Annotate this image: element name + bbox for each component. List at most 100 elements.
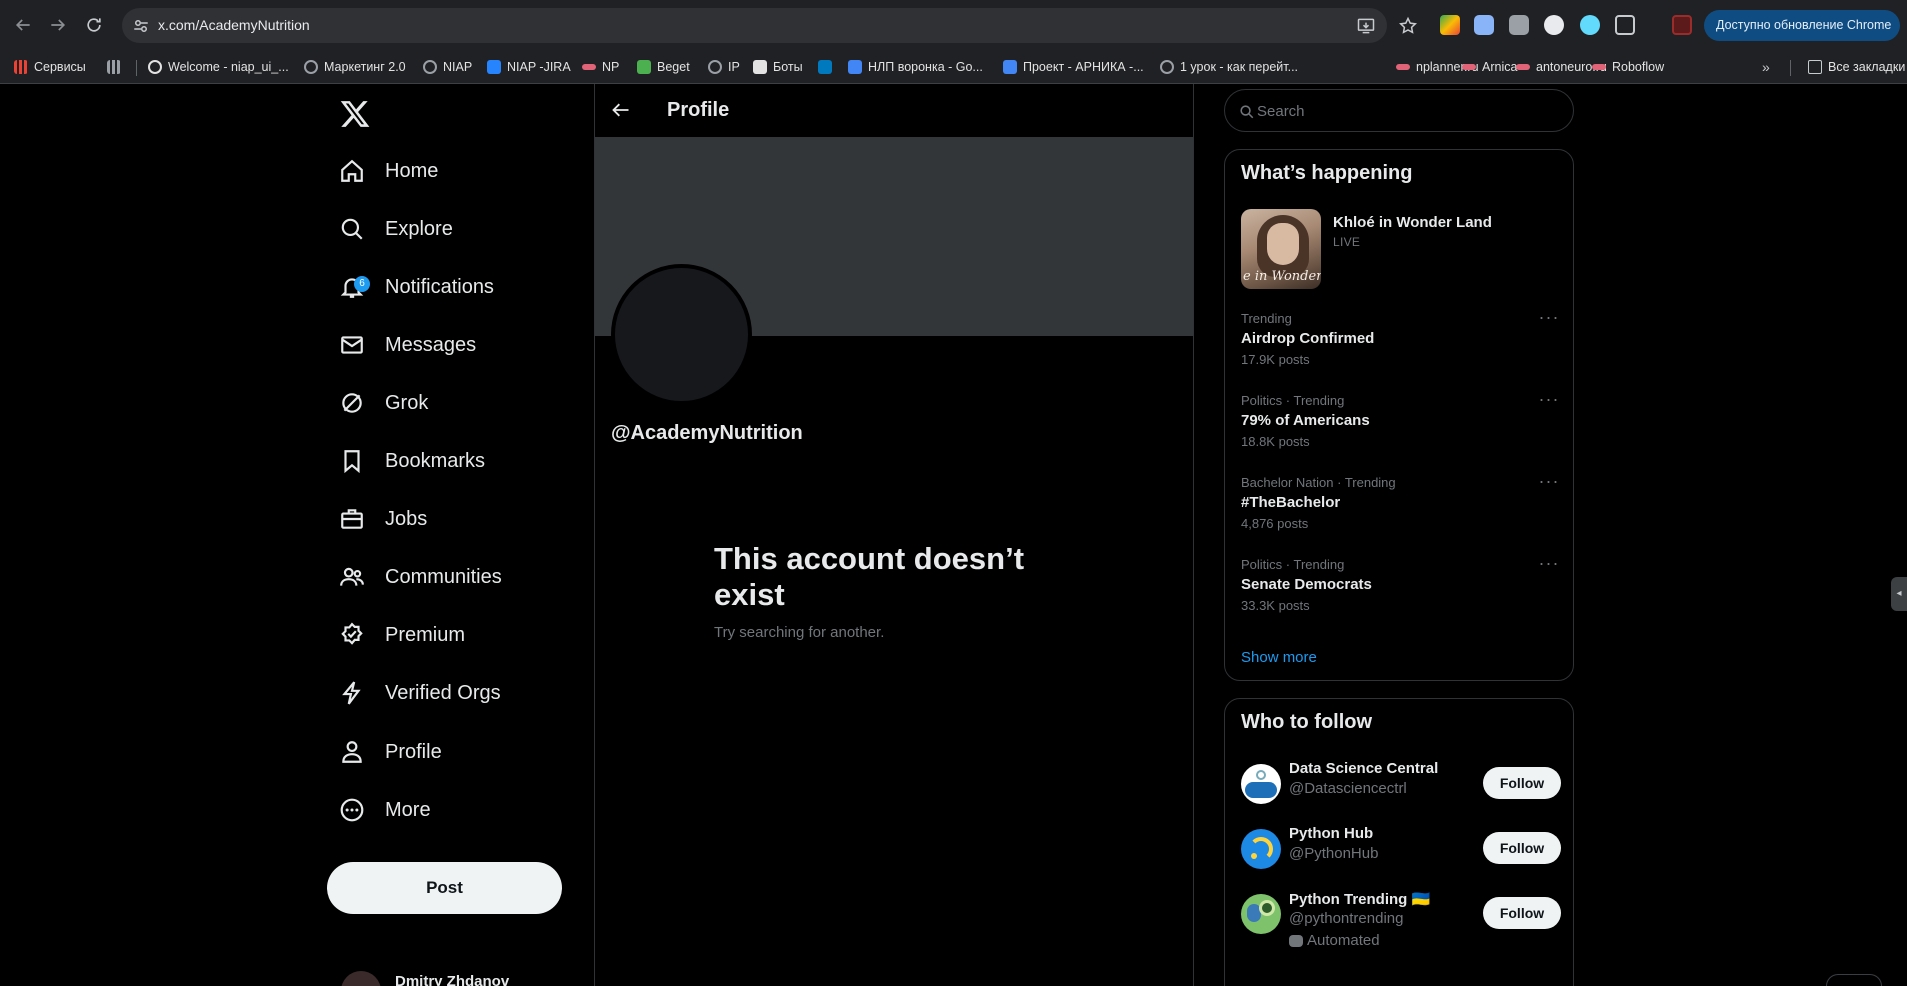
nav-item-label: Explore (385, 217, 453, 240)
bookmark-star-icon[interactable] (1398, 16, 1418, 36)
nav-item-verified-orgs[interactable]: Verified Orgs (339, 673, 501, 713)
suggestion-handle: @PythonHub (1289, 845, 1379, 862)
camera-extension-icon[interactable] (1509, 15, 1529, 35)
more-options-icon[interactable]: ··· (1537, 390, 1561, 413)
bookmark-label: Боты (773, 60, 803, 74)
bookmark-label: Roboflow (1612, 60, 1665, 74)
bookmark-label: Проект - АРНИКА -... (1023, 60, 1144, 74)
trend-context: Politics · Trending (1241, 393, 1345, 408)
address-url[interactable]: x.com/AcademyNutrition (158, 17, 310, 33)
nav-item-bookmarks[interactable]: Bookmarks (339, 441, 485, 481)
suggestion-avatar[interactable] (1241, 829, 1281, 869)
follow-button[interactable]: Follow (1483, 832, 1561, 864)
all-bookmarks-folder[interactable]: Все закладки (1808, 50, 1905, 84)
chrome-update-button[interactable]: Доступно обновление Chrome (1704, 10, 1900, 41)
bookmark-item[interactable]: NP (582, 50, 619, 84)
search-input[interactable] (1257, 100, 1557, 122)
more-options-icon[interactable]: ··· (1537, 554, 1561, 577)
bookmark-icon (339, 448, 365, 474)
nav-item-communities[interactable]: Communities (339, 557, 502, 597)
more-circle-icon (339, 797, 365, 823)
nav-item-explore[interactable]: Explore (339, 209, 453, 249)
notification-count-badge: 6 (354, 276, 370, 292)
suggestion-name[interactable]: Python Hub (1289, 825, 1373, 842)
nav-item-grok[interactable]: Grok (339, 383, 428, 423)
empty-state-subtitle: Try searching for another. (714, 624, 885, 641)
nav-item-notifications[interactable]: 6 Notifications (339, 267, 494, 307)
side-panel-toggle-icon[interactable]: ◂ (1891, 577, 1907, 611)
bookmark-item[interactable]: Welcome - niap_ui_... (148, 50, 289, 84)
trend-item[interactable]: Politics · Trending Senate Democrats 33.3K… (1241, 554, 1561, 627)
trend-topic: Airdrop Confirmed (1241, 330, 1375, 347)
bookmark-item[interactable]: Beget (637, 50, 690, 84)
messages-drawer-tab[interactable] (1826, 974, 1882, 986)
live-thumbnail: e in Wonder L (1241, 209, 1321, 289)
nav-item-label: Bookmarks (385, 449, 486, 472)
nav-item-more[interactable]: More (339, 790, 431, 830)
account-switcher[interactable]: Dmitry Zhdanov (341, 971, 591, 986)
bookmarks-overflow-chevron-icon[interactable]: » (1762, 50, 1770, 84)
browser-toolbar: x.com/AcademyNutrition Доступно обновлен… (0, 0, 1907, 50)
suggestion-name[interactable]: Data Science Central (1289, 760, 1438, 777)
bookmark-item[interactable]: Сервисы (14, 50, 86, 84)
bookmark-item[interactable]: Arnica (1462, 50, 1517, 84)
browser-forward-icon[interactable] (46, 13, 70, 37)
robot-icon (1289, 934, 1303, 947)
verified-icon (339, 622, 365, 648)
globe-icon (304, 60, 318, 74)
automated-label: Automated (1289, 932, 1380, 949)
react-devtools-icon[interactable] (1580, 15, 1600, 35)
nav-item-home[interactable]: Home (339, 151, 438, 191)
follow-suggestion[interactable]: Data Science Central @Datasciencectrl Foll… (1241, 760, 1561, 816)
browser-reload-icon[interactable] (82, 13, 106, 37)
follow-suggestion[interactable]: Python Trending 🇺🇦 @pythontrending Automat… (1241, 890, 1561, 949)
bookmark-item[interactable]: NIAP (423, 50, 472, 84)
trend-item[interactable]: Politics · Trending 79% of Americans 18.8K… (1241, 390, 1561, 463)
search-box[interactable] (1224, 89, 1574, 132)
back-arrow-icon[interactable] (611, 100, 631, 120)
trend-item[interactable]: Trending Airdrop Confirmed 17.9K posts ··· (1241, 308, 1561, 381)
node-icon (1592, 64, 1606, 70)
show-more-link[interactable]: Show more (1241, 649, 1317, 666)
x-logo-icon[interactable] (339, 98, 371, 130)
bookmark-item[interactable]: NIAP -JIRA (487, 50, 571, 84)
bookmark-item[interactable]: 1 урок - как перейт... (1160, 50, 1298, 84)
nav-item-profile[interactable]: Profile (339, 732, 442, 772)
bookmark-item[interactable]: Боты (753, 50, 803, 84)
trend-item[interactable]: Bachelor Nation · Trending #TheBachelor 4,… (1241, 472, 1561, 545)
post-button[interactable]: Post (327, 862, 562, 914)
follow-button[interactable]: Follow (1483, 767, 1561, 799)
live-event-card[interactable]: e in Wonder L Khloé in Wonder Land LIVE (1241, 209, 1561, 289)
profile-avatar-icon[interactable] (1672, 15, 1692, 35)
bookmark-item[interactable] (818, 50, 838, 84)
extension-2-icon[interactable] (1474, 15, 1494, 35)
bookmark-item[interactable]: Roboflow (1592, 50, 1664, 84)
browser-back-icon[interactable] (11, 13, 35, 37)
site-info-icon[interactable] (132, 17, 150, 35)
user-display-name: Dmitry Zhdanov (395, 973, 510, 986)
suggestion-name[interactable]: Python Trending 🇺🇦 (1289, 890, 1430, 908)
nav-item-label: Grok (385, 391, 429, 414)
more-options-icon[interactable]: ··· (1537, 472, 1561, 495)
bookmark-item[interactable]: Маркетинг 2.0 (304, 50, 406, 84)
extension-4-icon[interactable] (1544, 15, 1564, 35)
bookmark-item[interactable] (107, 50, 127, 84)
profile-header: Profile (595, 84, 1193, 137)
nav-item-jobs[interactable]: Jobs (339, 499, 427, 539)
bookmark-item[interactable]: НЛП воронка - Go... (848, 50, 983, 84)
automated-text: Automated (1307, 932, 1380, 949)
follow-button[interactable]: Follow (1483, 897, 1561, 929)
install-app-icon[interactable] (1356, 16, 1376, 36)
bookmark-item[interactable]: IP (708, 50, 740, 84)
suggestion-avatar[interactable] (1241, 894, 1281, 934)
nav-item-messages[interactable]: Messages (339, 325, 476, 365)
suggestion-avatar[interactable] (1241, 764, 1281, 804)
extension-1-icon[interactable] (1440, 15, 1460, 35)
address-bar[interactable]: x.com/AcademyNutrition (122, 8, 1418, 43)
nav-item-premium[interactable]: Premium (339, 615, 465, 655)
trend-post-count: 17.9K posts (1241, 352, 1310, 367)
more-options-icon[interactable]: ··· (1537, 308, 1561, 331)
extensions-puzzle-icon[interactable] (1615, 15, 1635, 35)
follow-suggestion[interactable]: Python Hub @PythonHub Follow (1241, 825, 1561, 881)
bookmark-item[interactable]: Проект - АРНИКА -... (1003, 50, 1144, 84)
